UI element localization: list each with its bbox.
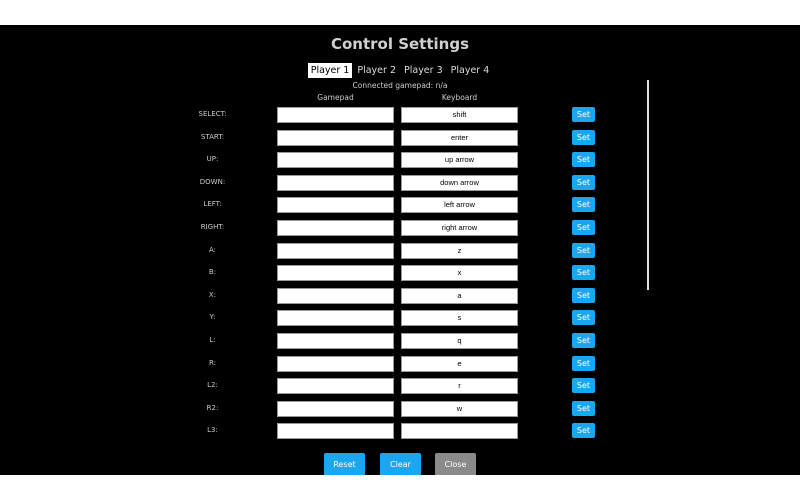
keyboard-binding-field[interactable]: x [401,265,518,282]
gamepad-binding-field[interactable] [277,129,394,146]
dialog-title: Control Settings [330,35,470,53]
tab-player-1[interactable]: Player 1 [307,63,353,78]
binding-row: R2: w Set [0,400,800,417]
set-button[interactable]: Set [572,152,595,168]
binding-row: L2: r Set [0,378,800,395]
set-button[interactable]: Set [572,287,595,303]
gamepad-column-header: Gamepad [317,93,354,102]
binding-row: A: z Set [0,242,800,259]
tab-player-3[interactable]: Player 3 [401,63,446,78]
binding-row: UP: up arrow Set [0,152,800,169]
set-button[interactable]: Set [572,242,595,258]
binding-label: L: [209,336,216,344]
set-button[interactable]: Set [572,265,595,281]
keyboard-column-header: Keyboard [441,93,478,102]
keyboard-binding-field[interactable]: e [401,355,518,372]
binding-label: A: [208,245,217,254]
set-button[interactable]: Set [572,333,595,348]
tab-player-2[interactable]: Player 2 [354,63,399,78]
set-button[interactable]: Set [572,355,595,371]
keyboard-binding-field[interactable] [401,423,518,440]
gamepad-binding-field[interactable] [277,107,394,123]
binding-row: DOWN: down arrow Set [0,174,800,191]
binding-label: L3: [207,426,218,435]
binding-label: UP: [206,155,219,164]
set-button[interactable]: Set [572,220,595,235]
binding-label: L2: [207,381,218,390]
keyboard-binding-field[interactable]: down arrow [401,174,518,191]
binding-row: L: q Set [0,333,800,349]
binding-label: Y: [209,313,216,322]
gamepad-binding-field[interactable] [277,287,394,304]
binding-row: X: a Set [0,287,800,304]
binding-label: RIGHT: [200,223,225,231]
gamepad-binding-field[interactable] [277,220,394,236]
keyboard-binding-field[interactable]: left arrow [401,197,518,214]
binding-label: X: [208,290,217,299]
gamepad-binding-field[interactable] [277,333,394,349]
gamepad-binding-field[interactable] [277,242,394,259]
keyboard-binding-field[interactable]: z [401,242,518,259]
control-settings-dialog: Control Settings Player 1 Player 2 Player … [0,25,800,475]
set-button[interactable]: Set [572,400,595,416]
binding-label: B: [208,268,217,277]
keyboard-binding-field[interactable]: r [401,378,518,395]
keyboard-binding-field[interactable]: right arrow [401,220,518,236]
set-button[interactable]: Set [572,174,595,190]
tab-player-4[interactable]: Player 4 [448,63,493,78]
player-tabs: Player 1 Player 2 Player 3 Player 4 [0,63,800,78]
reset-button[interactable]: Reset [324,453,365,475]
binding-label: LEFT: [203,200,222,209]
scrollbar[interactable] [647,80,649,290]
gamepad-binding-field[interactable] [277,265,394,282]
binding-label: R: [208,358,216,367]
set-button[interactable]: Set [572,378,595,394]
binding-row: LEFT: left arrow Set [0,197,800,214]
gamepad-binding-field[interactable] [277,355,394,372]
binding-row: START: enter Set [0,129,800,146]
binding-label: START: [200,132,225,141]
set-button[interactable]: Set [572,310,595,326]
gamepad-binding-field[interactable] [277,310,394,327]
keyboard-binding-field[interactable]: shift [401,107,518,123]
set-button[interactable]: Set [572,197,595,213]
binding-row: B: x Set [0,265,800,282]
gamepad-binding-field[interactable] [277,400,394,417]
keyboard-binding-field[interactable]: q [401,333,518,349]
binding-row: R: e Set [0,355,800,372]
set-button[interactable]: Set [572,129,595,145]
binding-row: SELECT: shift Set [0,107,800,123]
set-button[interactable]: Set [572,423,595,439]
keyboard-binding-field[interactable]: enter [401,129,518,146]
gamepad-binding-field[interactable] [277,152,394,169]
connected-gamepad-status: Connected gamepad: n/a [352,81,448,90]
bindings-list: SELECT: shift Set START: enter Set UP: up … [0,107,800,446]
clear-button[interactable]: Clear [380,453,421,475]
binding-label: R2: [206,403,219,412]
gamepad-binding-field[interactable] [277,378,394,395]
gamepad-binding-field[interactable] [277,423,394,440]
keyboard-binding-field[interactable]: a [401,287,518,304]
keyboard-binding-field[interactable]: s [401,310,518,327]
gamepad-binding-field[interactable] [277,197,394,214]
keyboard-binding-field[interactable]: w [401,400,518,417]
binding-label: DOWN: [199,177,226,186]
binding-row: RIGHT: right arrow Set [0,220,800,236]
set-button[interactable]: Set [572,107,595,122]
binding-row: Y: s Set [0,310,800,327]
gamepad-binding-field[interactable] [277,174,394,191]
binding-label: SELECT: [198,110,227,118]
close-button[interactable]: Close [435,453,476,475]
binding-row: L3: Set [0,423,800,440]
keyboard-binding-field[interactable]: up arrow [401,152,518,169]
